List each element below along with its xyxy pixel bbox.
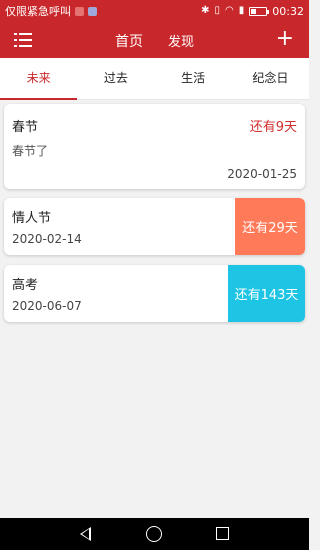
event-title: 高考 [12, 278, 39, 293]
event-title: 春节 [12, 120, 39, 135]
sim-icon: ▮ [238, 5, 245, 16]
clock-time: 00:32 [272, 4, 304, 18]
image-icon [88, 6, 97, 16]
event-title: 情人节 [12, 211, 52, 226]
wifi-icon: ◠ [225, 5, 234, 16]
battery-icon [249, 6, 270, 16]
tab-anniversary[interactable]: 纪念日 [232, 58, 309, 99]
tab-past[interactable]: 过去 [77, 58, 154, 99]
recent-apps-icon[interactable] [216, 527, 229, 540]
status-bar: 仅限紧急呼叫 ✱ ▯ ◠ ▮ 00:32 [0, 0, 309, 22]
vibrate-icon: ▯ [214, 5, 221, 16]
countdown-badge: 还有143天 [228, 265, 305, 322]
event-date: 2020-06-07 [12, 299, 82, 313]
event-date: 2020-02-14 [12, 232, 82, 246]
event-card-spring-festival[interactable]: 春节 还有9天 春节了 2020-01-25 [4, 104, 305, 189]
category-tabs: 未来 过去 生活 纪念日 [0, 58, 309, 100]
event-date: 2020-01-25 [227, 167, 297, 181]
nav-discover-tab[interactable]: 发现 [168, 31, 194, 50]
carrier-text: 仅限紧急呼叫 [5, 5, 71, 18]
back-icon[interactable] [80, 527, 91, 541]
bluetooth-icon: ✱ [201, 5, 210, 16]
countdown-text: 还有9天 [249, 120, 297, 135]
menu-list-icon[interactable] [14, 32, 32, 48]
tab-life[interactable]: 生活 [155, 58, 232, 99]
home-circle-icon[interactable] [146, 526, 162, 542]
tab-future[interactable]: 未来 [0, 58, 78, 100]
nav-home-tab[interactable]: 首页 [115, 31, 143, 51]
event-card-gaokao[interactable]: 高考 2020-06-07 还有143天 [4, 265, 305, 322]
app-bar: 首页 发现 + [0, 22, 309, 58]
event-card-valentines[interactable]: 情人节 2020-02-14 还有29天 [4, 198, 305, 255]
system-nav-bar [0, 518, 309, 550]
event-description: 春节了 [12, 144, 49, 158]
add-event-button[interactable]: + [276, 28, 294, 50]
countdown-badge: 还有29天 [235, 198, 305, 255]
notification-icon [75, 6, 84, 16]
